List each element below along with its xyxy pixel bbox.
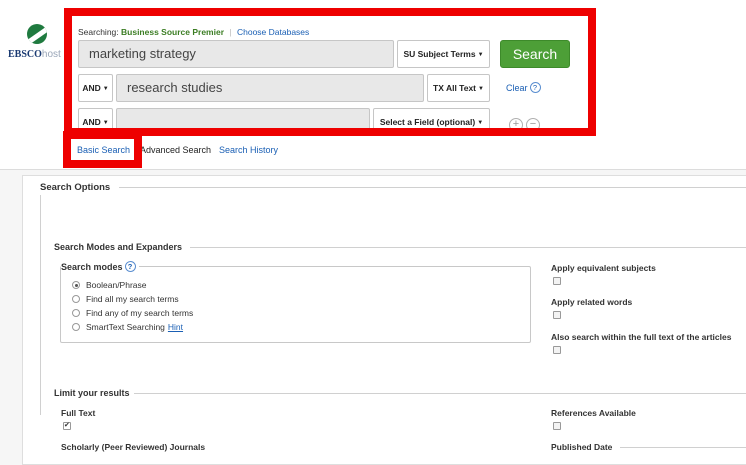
search-modes-label-text: Search modes bbox=[61, 262, 123, 272]
mode-label: SmartText Searching bbox=[86, 322, 165, 332]
divider bbox=[190, 247, 746, 248]
related-words-checkbox[interactable] bbox=[553, 311, 561, 319]
tab-advanced-search[interactable]: Advanced Search bbox=[140, 145, 211, 155]
tab-advanced-search-label: Advanced Search bbox=[140, 145, 212, 155]
references-available-checkbox[interactable] bbox=[553, 422, 561, 430]
mode-find-any[interactable]: Find any of my search terms bbox=[72, 308, 193, 318]
peer-reviewed-label: Scholarly (Peer Reviewed) Journals bbox=[61, 442, 206, 452]
help-icon[interactable]: ? bbox=[124, 261, 136, 272]
full-text-checkbox[interactable] bbox=[63, 421, 71, 430]
published-date-label: Published Date bbox=[551, 442, 613, 452]
highlight-frame-basic-tab bbox=[63, 131, 142, 168]
divider bbox=[134, 393, 746, 394]
limit-section-title: Limit your results bbox=[54, 388, 130, 398]
divider bbox=[40, 195, 41, 415]
modes-section-title: Search Modes and Expanders bbox=[54, 242, 183, 252]
radio-selected-icon[interactable] bbox=[72, 281, 80, 289]
equivalent-subjects-label: Apply equivalent subjects bbox=[551, 263, 656, 273]
tab-search-history-label: Search History bbox=[219, 145, 279, 155]
equivalent-subjects-checkbox[interactable] bbox=[553, 277, 561, 285]
mode-find-all[interactable]: Find all my search terms bbox=[72, 294, 179, 304]
hint-link[interactable]: Hint bbox=[168, 322, 183, 332]
full-text-label: Full Text bbox=[61, 408, 96, 418]
full-text-articles-label: Also search within the full text of the … bbox=[551, 332, 732, 342]
references-available-label: References Available bbox=[551, 408, 636, 418]
full-text-articles-checkbox[interactable] bbox=[553, 346, 561, 354]
tab-search-history[interactable]: Search History bbox=[219, 145, 278, 155]
highlight-frame-search bbox=[64, 8, 596, 136]
mode-boolean-phrase[interactable]: Boolean/Phrase bbox=[72, 280, 147, 290]
mode-label: Boolean/Phrase bbox=[86, 280, 147, 290]
mode-label: Find any of my search terms bbox=[86, 308, 194, 318]
radio-icon[interactable] bbox=[72, 295, 80, 303]
search-modes-label: Search modes? bbox=[61, 261, 139, 272]
ebsco-logo-icon bbox=[27, 24, 47, 44]
radio-icon[interactable] bbox=[72, 323, 80, 331]
related-words-label: Apply related words bbox=[551, 297, 633, 307]
ebsco-logo[interactable]: EBSCOhost bbox=[8, 49, 61, 60]
radio-icon[interactable] bbox=[72, 309, 80, 317]
mode-label: Find all my search terms bbox=[86, 294, 179, 304]
search-options-title: Search Options bbox=[40, 182, 111, 193]
mode-smarttext[interactable]: SmartText Searching Hint bbox=[72, 322, 183, 332]
divider bbox=[119, 187, 746, 188]
divider bbox=[620, 447, 746, 448]
